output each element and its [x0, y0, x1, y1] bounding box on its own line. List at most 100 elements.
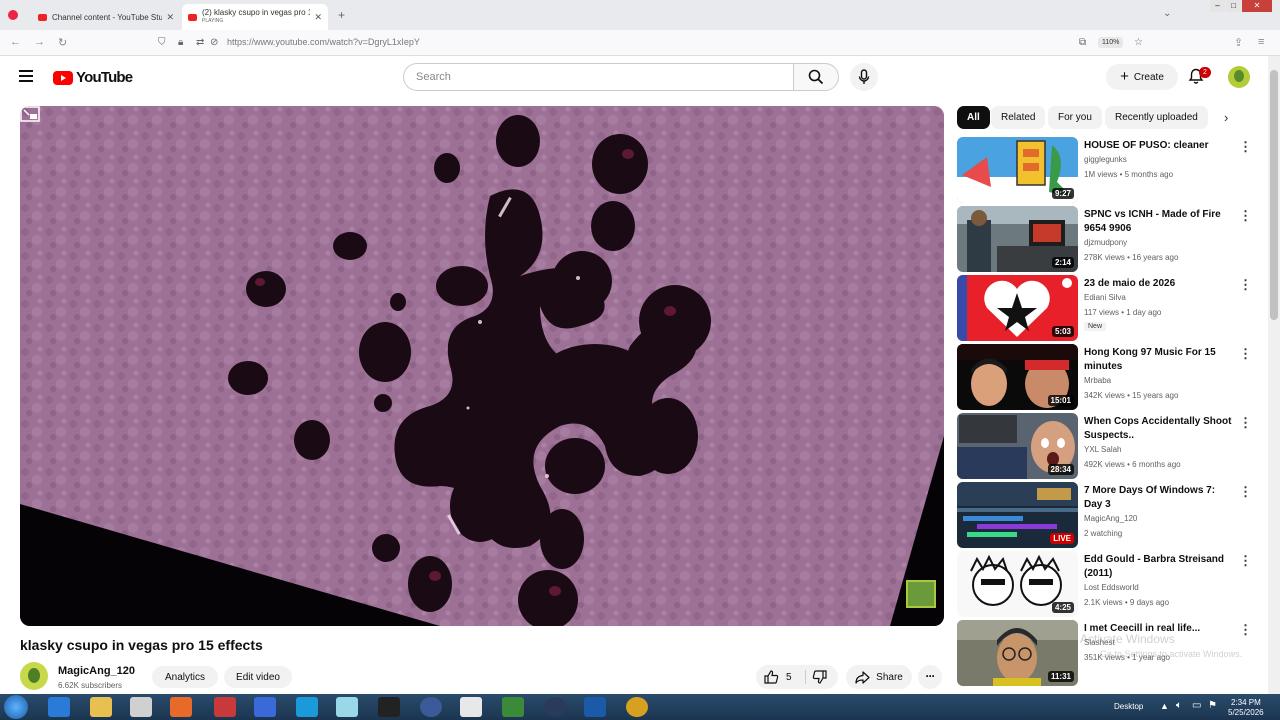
recommendation-channel[interactable]: gigglegunks — [1084, 155, 1127, 164]
video-thumbnail[interactable]: 28:34 — [957, 413, 1078, 479]
forward-arrow-icon[interactable]: → — [34, 36, 45, 48]
chip-all[interactable]: All — [957, 106, 990, 129]
create-button[interactable]: + Create — [1106, 64, 1178, 90]
maximize-window-icon[interactable]: □ — [1226, 0, 1241, 12]
close-window-icon[interactable]: ✕ — [1242, 0, 1272, 12]
more-options-icon[interactable]: ⋮ — [1239, 484, 1252, 500]
search-button[interactable] — [793, 63, 839, 91]
task-manager-icon[interactable] — [502, 697, 524, 717]
browser-menu-hamburger-icon[interactable]: ≡ — [1258, 36, 1264, 48]
recommendation-channel[interactable]: Mrbaba — [1084, 376, 1111, 385]
chevron-right-icon[interactable]: › — [1224, 110, 1228, 125]
chip-recently-uploaded[interactable]: Recently uploaded — [1105, 106, 1208, 129]
more-options-icon[interactable]: ⋮ — [1239, 553, 1252, 569]
share-button[interactable]: Share — [846, 665, 912, 689]
minimize-window-icon[interactable]: – — [1210, 0, 1225, 12]
page-scrollbar[interactable] — [1268, 56, 1280, 696]
vegas-pro-icon[interactable] — [584, 697, 606, 717]
new-tab-icon[interactable]: + — [338, 8, 345, 22]
dislike-button[interactable] — [812, 670, 827, 689]
zoom-level[interactable]: 110% — [1098, 37, 1124, 48]
list-item[interactable]: 15:01 Hong Kong 97 Music For 15 minutes … — [957, 344, 1257, 410]
steam-icon[interactable] — [544, 697, 566, 717]
browser-tab-video[interactable]: (2) klasky csupo in vegas pro 15 effects… — [182, 4, 328, 30]
firefox-icon[interactable] — [170, 697, 192, 717]
video-player[interactable] — [20, 106, 944, 626]
recommendation-channel[interactable]: djzmudpony — [1084, 238, 1127, 247]
tray-overflow-icon[interactable]: ▲ — [1160, 701, 1169, 711]
bandicam-icon[interactable] — [626, 697, 648, 717]
network-app-icon[interactable] — [420, 697, 442, 717]
channel-name[interactable]: MagicAng_120 — [58, 665, 135, 677]
video-thumbnail[interactable]: 11:31 — [957, 620, 1078, 686]
chip-for-you[interactable]: For you — [1048, 106, 1102, 129]
search-input[interactable] — [403, 63, 794, 91]
recommendation-title[interactable]: HOUSE OF PUSO: cleaner — [1084, 139, 1232, 153]
video-thumbnail[interactable]: 5:03 — [957, 275, 1078, 341]
more-options-icon[interactable]: ⋮ — [1239, 622, 1252, 638]
chip-related[interactable]: Related — [991, 106, 1046, 129]
guide-menu-icon[interactable] — [19, 70, 33, 82]
file-explorer-icon[interactable] — [90, 697, 112, 717]
video-thumbnail[interactable]: 9:27 — [957, 137, 1078, 203]
list-item[interactable]: 4:25 Edd Gould - Barbra Streisand (2011)… — [957, 551, 1257, 617]
video-thumbnail[interactable]: 15:01 — [957, 344, 1078, 410]
browser-tab-studio[interactable]: Channel content - YouTube Studio ✕ — [32, 4, 180, 30]
reload-icon[interactable]: ↻ — [58, 36, 67, 49]
browser-menu-icon[interactable] — [8, 10, 18, 20]
desktop-toolbar-label[interactable]: Desktop — [1114, 702, 1143, 711]
start-button[interactable] — [4, 695, 28, 719]
permissions-icon[interactable]: ⇄ — [196, 37, 204, 48]
scrollbar-thumb[interactable] — [1270, 70, 1278, 320]
more-options-icon[interactable]: ⋮ — [1239, 277, 1252, 293]
edge-icon[interactable] — [296, 697, 318, 717]
recommendation-channel[interactable]: Ediani Silva — [1084, 293, 1126, 302]
list-item[interactable]: 9:27 HOUSE OF PUSO: cleaner gigglegunks … — [957, 137, 1257, 203]
video-thumbnail[interactable]: 4:25 — [957, 551, 1078, 617]
recommendation-title[interactable]: 23 de maio de 2026 — [1084, 277, 1232, 291]
voice-search-button[interactable] — [850, 63, 878, 91]
channel-watermark[interactable] — [906, 580, 936, 608]
address-bar[interactable]: ⛉ 🔒︎ ⇄ ⊘ https://www.youtube.com/watch?v… — [150, 33, 1155, 53]
youtube-logo[interactable]: YouTube — [53, 69, 133, 86]
crystal-app-icon[interactable] — [336, 697, 358, 717]
recommendation-channel[interactable]: Lost Eddsworld — [1084, 583, 1139, 592]
back-arrow-icon[interactable]: ← — [10, 36, 21, 48]
account-avatar[interactable] — [1228, 66, 1250, 88]
more-options-icon[interactable]: ⋮ — [1239, 208, 1252, 224]
translate-icon[interactable]: ⧉ — [1079, 37, 1086, 48]
winrar-icon[interactable] — [214, 697, 236, 717]
recommendation-title[interactable]: Edd Gould - Barbra Streisand (2011) — [1084, 553, 1232, 581]
volume-icon[interactable]: 🔈︎ — [1176, 700, 1182, 711]
internet-explorer-icon[interactable] — [48, 697, 70, 717]
bookmark-star-icon[interactable]: ☆ — [1134, 37, 1143, 48]
miniplayer-icon[interactable] — [20, 106, 40, 122]
close-tab-icon[interactable]: ✕ — [314, 12, 322, 23]
obs-app-icon[interactable] — [460, 697, 482, 717]
clock-time[interactable]: 2:34 PM — [1231, 698, 1261, 707]
more-options-icon[interactable]: ⋮ — [1239, 346, 1252, 362]
lock-icon[interactable]: 🔒︎ — [178, 37, 183, 48]
media-player-icon[interactable] — [130, 697, 152, 717]
close-tab-icon[interactable]: ✕ — [166, 12, 174, 23]
extensions-icon[interactable]: ⇪ — [1234, 36, 1243, 49]
more-options-icon[interactable]: ⋮ — [1239, 139, 1252, 155]
shield-icon[interactable]: ⛉ — [158, 37, 166, 48]
list-item[interactable]: 28:34 When Cops Accidentally Shoot Suspe… — [957, 413, 1257, 479]
vegas-icon[interactable] — [254, 697, 276, 717]
edit-video-button[interactable]: Edit video — [224, 666, 292, 688]
recommendation-title[interactable]: 7 More Days Of Windows 7: Day 3 — [1084, 484, 1232, 512]
more-actions-icon[interactable]: ··· — [918, 665, 942, 689]
command-prompt-icon[interactable] — [378, 697, 400, 717]
channel-avatar[interactable] — [20, 662, 48, 690]
recommendation-title[interactable]: When Cops Accidentally Shoot Suspects.. — [1084, 415, 1232, 443]
list-item[interactable]: 5:03 23 de maio de 2026 Ediani Silva 117… — [957, 275, 1257, 341]
recommendation-title[interactable]: SPNC vs ICNH - Made of Fire 9654 9906 — [1084, 208, 1232, 236]
recommendation-channel[interactable]: MagicAng_120 — [1084, 514, 1137, 523]
more-options-icon[interactable]: ⋮ — [1239, 415, 1252, 431]
video-thumbnail[interactable]: LIVE — [957, 482, 1078, 548]
url-text[interactable]: https://www.youtube.com/watch?v=DgryL1xI… — [227, 37, 420, 47]
list-tabs-icon[interactable]: ⌄ — [1163, 8, 1171, 19]
autoplay-blocked-icon[interactable]: ⊘ — [210, 37, 218, 48]
recommendation-channel[interactable]: YXL Salah — [1084, 445, 1122, 454]
